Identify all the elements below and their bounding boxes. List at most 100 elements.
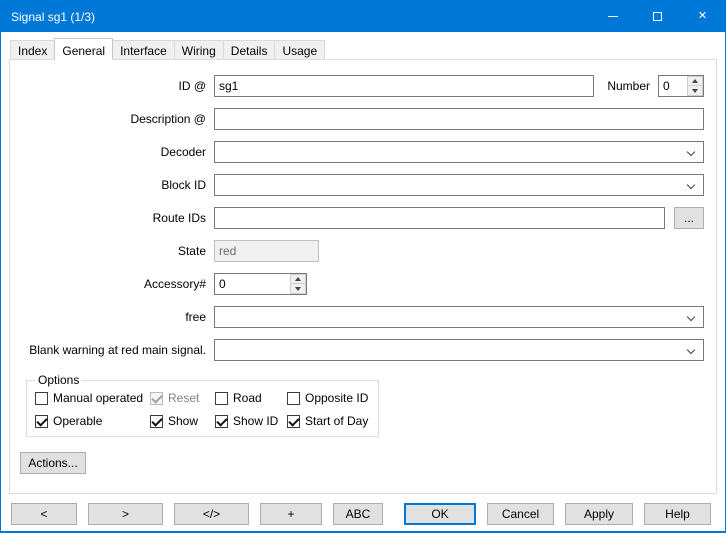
close-icon: ✕ xyxy=(698,11,707,22)
checkbox-icon xyxy=(150,392,163,405)
description-label: Description @ xyxy=(20,112,206,126)
accessory-spin-buttons xyxy=(290,274,306,294)
accessory-spin-down-button[interactable] xyxy=(290,284,306,294)
general-tab-panel: ID @ Number Description @ Decoder xyxy=(9,59,717,494)
free-row: free xyxy=(20,306,704,328)
checkbox-label: Manual operated xyxy=(53,391,143,405)
route-ids-row: Route IDs ... xyxy=(20,207,704,229)
maximize-button[interactable] xyxy=(635,1,680,32)
checkbox-icon xyxy=(287,392,300,405)
window-title: Signal sg1 (1/3) xyxy=(1,10,95,24)
id-row: ID @ Number xyxy=(20,75,704,97)
options-legend: Options xyxy=(35,373,82,387)
actions-button[interactable]: Actions... xyxy=(20,452,86,474)
number-spin-up-button[interactable] xyxy=(687,76,703,86)
tab-interface[interactable]: Interface xyxy=(112,40,175,59)
opposite-id-checkbox[interactable]: Opposite ID xyxy=(287,391,370,405)
route-ids-input[interactable] xyxy=(214,207,665,229)
accessory-row: Accessory# xyxy=(20,273,704,295)
checkbox-icon xyxy=(287,415,300,428)
tab-bar: Index General Interface Wiring Details U… xyxy=(1,32,725,59)
checkbox-label: Opposite ID xyxy=(305,391,368,405)
blank-warning-row: Blank warning at red main signal. xyxy=(20,339,704,361)
show-id-checkbox[interactable]: Show ID xyxy=(215,414,287,428)
cancel-button[interactable]: Cancel xyxy=(487,503,554,525)
title-bar[interactable]: Signal sg1 (1/3) ✕ xyxy=(1,1,725,32)
apply-button[interactable]: Apply xyxy=(565,503,633,525)
dropdown-chevron-icon xyxy=(687,181,695,189)
block-id-label: Block ID xyxy=(20,178,206,192)
road-checkbox[interactable]: Road xyxy=(215,391,287,405)
window-controls: ✕ xyxy=(590,1,725,32)
state-label: State xyxy=(20,244,206,258)
start-of-day-checkbox[interactable]: Start of Day xyxy=(287,414,370,428)
spin-up-icon xyxy=(295,277,301,281)
prev-button[interactable]: < xyxy=(11,503,77,525)
blank-warning-label: Blank warning at red main signal. xyxy=(20,343,206,357)
tab-details[interactable]: Details xyxy=(223,40,276,59)
checkbox-label: Reset xyxy=(168,391,199,405)
add-button[interactable]: + xyxy=(260,503,322,525)
checkbox-icon xyxy=(35,392,48,405)
state-input xyxy=(214,240,319,262)
decoder-label: Decoder xyxy=(20,145,206,159)
accessory-spin-up-button[interactable] xyxy=(290,274,306,284)
help-button[interactable]: Help xyxy=(644,503,711,525)
options-groupbox: Options Manual operated Reset Road Oppos… xyxy=(26,373,379,437)
id-label: ID @ xyxy=(20,79,206,93)
accessory-input[interactable] xyxy=(215,274,290,294)
dropdown-chevron-icon xyxy=(687,148,695,156)
options-grid: Manual operated Reset Road Opposite ID O… xyxy=(35,391,370,428)
description-input[interactable] xyxy=(214,108,704,130)
number-spin-buttons xyxy=(687,76,703,96)
checkbox-label: Operable xyxy=(53,414,102,428)
free-combobox[interactable] xyxy=(214,306,704,328)
number-input[interactable] xyxy=(659,76,687,96)
tab-usage[interactable]: Usage xyxy=(274,40,325,59)
checkbox-label: Road xyxy=(233,391,262,405)
tab-wiring[interactable]: Wiring xyxy=(174,40,224,59)
maximize-icon xyxy=(653,12,662,21)
id-input[interactable] xyxy=(214,75,594,97)
checkbox-icon xyxy=(35,415,48,428)
reset-checkbox: Reset xyxy=(150,391,215,405)
checkbox-label: Show ID xyxy=(233,414,278,428)
number-spinner xyxy=(658,75,704,97)
free-label: free xyxy=(20,310,206,324)
close-button[interactable]: ✕ xyxy=(680,1,725,32)
decoder-row: Decoder xyxy=(20,141,704,163)
route-ids-label: Route IDs xyxy=(20,211,206,225)
footer-button-bar: < > </> + ABC OK Cancel Apply Help xyxy=(1,494,725,531)
route-ids-browse-button[interactable]: ... xyxy=(674,207,704,229)
show-checkbox[interactable]: Show xyxy=(150,414,215,428)
checkbox-icon xyxy=(215,392,228,405)
block-id-combobox[interactable] xyxy=(214,174,704,196)
xml-button[interactable]: </> xyxy=(174,503,249,525)
minimize-icon xyxy=(608,16,618,17)
decoder-combobox[interactable] xyxy=(214,141,704,163)
next-button[interactable]: > xyxy=(88,503,163,525)
number-spin-down-button[interactable] xyxy=(687,86,703,96)
tab-index[interactable]: Index xyxy=(10,40,55,59)
checkbox-label: Start of Day xyxy=(305,414,368,428)
operable-checkbox[interactable]: Operable xyxy=(35,414,150,428)
number-label: Number xyxy=(607,79,650,93)
blank-warning-combobox[interactable] xyxy=(214,339,704,361)
minimize-button[interactable] xyxy=(590,1,635,32)
description-row: Description @ xyxy=(20,108,704,130)
accessory-label: Accessory# xyxy=(20,277,206,291)
ok-button[interactable]: OK xyxy=(404,503,476,525)
accessory-spinner xyxy=(214,273,307,295)
state-row: State xyxy=(20,240,704,262)
block-id-row: Block ID xyxy=(20,174,704,196)
abc-button[interactable]: ABC xyxy=(333,503,383,525)
signal-properties-dialog: Signal sg1 (1/3) ✕ Index General Interfa… xyxy=(0,0,726,533)
checkbox-icon xyxy=(215,415,228,428)
manual-operated-checkbox[interactable]: Manual operated xyxy=(35,391,150,405)
spin-down-icon xyxy=(692,89,698,93)
spin-up-icon xyxy=(692,79,698,83)
tab-general[interactable]: General xyxy=(54,38,113,60)
dropdown-chevron-icon xyxy=(687,313,695,321)
actions-row: Actions... xyxy=(20,452,704,474)
dropdown-chevron-icon xyxy=(687,346,695,354)
